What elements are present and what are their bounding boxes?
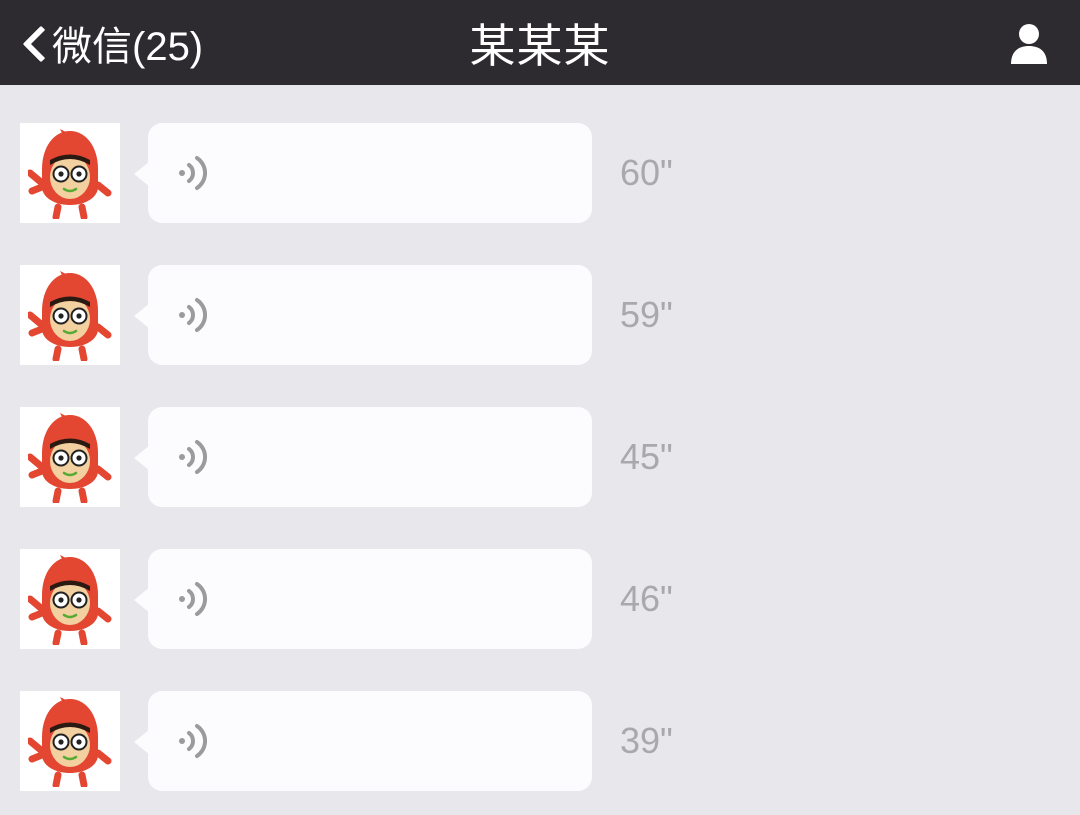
person-icon xyxy=(1006,20,1052,66)
avatar[interactable] xyxy=(20,123,120,223)
avatar-icon xyxy=(28,553,112,645)
avatar[interactable] xyxy=(20,407,120,507)
voice-icon xyxy=(178,437,214,477)
avatar[interactable] xyxy=(20,691,120,791)
message-row: 46" xyxy=(20,549,1060,649)
back-label: 微信(25) xyxy=(52,14,203,72)
message-row: 39" xyxy=(20,691,1060,791)
voice-duration: 39" xyxy=(620,720,673,762)
avatar-icon xyxy=(28,127,112,219)
message-list: 60" xyxy=(0,85,1080,791)
message-row: 60" xyxy=(20,123,1060,223)
chevron-left-icon xyxy=(22,24,46,62)
message-row: 45" xyxy=(20,407,1060,507)
chat-title: 某某某 xyxy=(470,10,611,76)
voice-icon xyxy=(178,721,214,761)
voice-message[interactable] xyxy=(148,123,592,223)
voice-duration: 59" xyxy=(620,294,673,336)
back-button[interactable]: 微信(25) xyxy=(0,0,203,85)
voice-message[interactable] xyxy=(148,549,592,649)
voice-message[interactable] xyxy=(148,407,592,507)
voice-duration: 46" xyxy=(620,578,673,620)
voice-icon xyxy=(178,153,214,193)
avatar-icon xyxy=(28,411,112,503)
voice-message[interactable] xyxy=(148,265,592,365)
voice-icon xyxy=(178,295,214,335)
avatar[interactable] xyxy=(20,265,120,365)
voice-message[interactable] xyxy=(148,691,592,791)
contact-profile-button[interactable] xyxy=(1006,20,1080,66)
voice-duration: 45" xyxy=(620,436,673,478)
avatar[interactable] xyxy=(20,549,120,649)
avatar-icon xyxy=(28,269,112,361)
voice-icon xyxy=(178,579,214,619)
message-row: 59" xyxy=(20,265,1060,365)
chat-header: 微信(25) 某某某 xyxy=(0,0,1080,85)
avatar-icon xyxy=(28,695,112,787)
voice-duration: 60" xyxy=(620,152,673,194)
